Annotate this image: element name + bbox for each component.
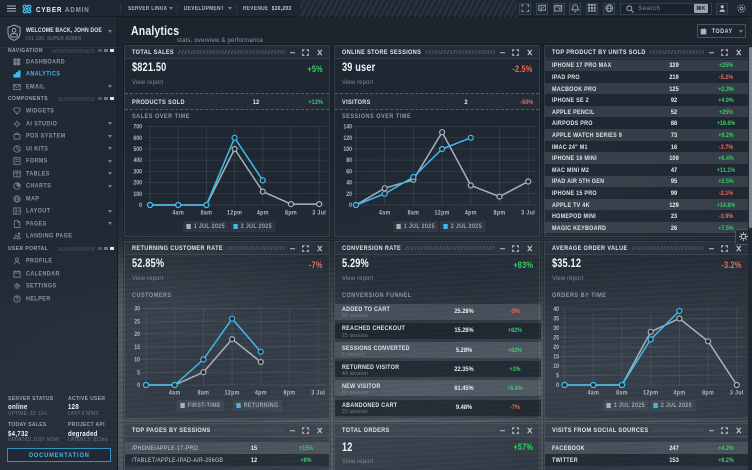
svg-text:8pm: 8pm	[284, 390, 296, 396]
svg-text:8am: 8am	[198, 390, 210, 396]
svg-text:30: 30	[134, 306, 140, 312]
svg-text:12pm: 12pm	[227, 210, 242, 216]
svg-text:4am: 4am	[379, 210, 391, 216]
svg-text:4am: 4am	[169, 390, 181, 396]
svg-text:4am: 4am	[172, 210, 184, 216]
svg-text:12pm: 12pm	[224, 390, 239, 396]
svg-text:8am: 8am	[201, 210, 213, 216]
svg-text:4pm: 4pm	[255, 390, 267, 396]
svg-text:8pm: 8pm	[494, 210, 506, 216]
svg-text:300: 300	[133, 169, 142, 175]
svg-text:40: 40	[346, 180, 352, 186]
svg-text:3 Jul: 3 Jul	[730, 390, 744, 396]
svg-text:3 Jul: 3 Jul	[311, 390, 325, 396]
svg-text:4pm: 4pm	[673, 390, 685, 396]
svg-text:4am: 4am	[587, 390, 599, 396]
svg-text:15: 15	[134, 345, 140, 351]
svg-text:12pm: 12pm	[434, 210, 449, 216]
svg-text:0: 0	[556, 383, 559, 389]
svg-text:20: 20	[346, 192, 352, 198]
svg-text:700: 700	[133, 124, 142, 130]
svg-text:400: 400	[133, 158, 142, 164]
svg-text:35: 35	[553, 316, 559, 322]
svg-text:8am: 8am	[616, 390, 628, 396]
svg-text:8pm: 8pm	[285, 210, 297, 216]
svg-text:100: 100	[133, 192, 142, 198]
svg-text:140: 140	[343, 124, 352, 130]
svg-text:5: 5	[137, 370, 140, 376]
svg-text:0: 0	[137, 383, 140, 389]
svg-text:80: 80	[346, 158, 352, 164]
svg-text:4pm: 4pm	[465, 210, 477, 216]
svg-text:8am: 8am	[408, 210, 420, 216]
svg-text:600: 600	[133, 136, 142, 142]
svg-text:30: 30	[553, 326, 559, 332]
svg-text:40: 40	[553, 307, 559, 313]
svg-text:100: 100	[343, 147, 352, 153]
svg-text:200: 200	[133, 180, 142, 186]
svg-text:4pm: 4pm	[257, 210, 269, 216]
svg-text:20: 20	[553, 345, 559, 351]
svg-text:5: 5	[556, 373, 559, 379]
svg-text:10: 10	[134, 357, 140, 363]
svg-text:25: 25	[553, 335, 559, 341]
svg-text:15: 15	[553, 354, 559, 360]
svg-text:3 Jul: 3 Jul	[521, 210, 535, 216]
svg-text:10: 10	[553, 364, 559, 370]
svg-text:0: 0	[349, 203, 352, 209]
svg-text:12pm: 12pm	[643, 390, 658, 396]
svg-text:8pm: 8pm	[702, 390, 714, 396]
svg-text:120: 120	[343, 136, 352, 142]
svg-text:3 Jul: 3 Jul	[312, 210, 326, 216]
svg-text:60: 60	[346, 169, 352, 175]
svg-text:25: 25	[134, 319, 140, 325]
svg-text:500: 500	[133, 147, 142, 153]
svg-text:20: 20	[134, 332, 140, 338]
svg-text:0: 0	[139, 203, 142, 209]
